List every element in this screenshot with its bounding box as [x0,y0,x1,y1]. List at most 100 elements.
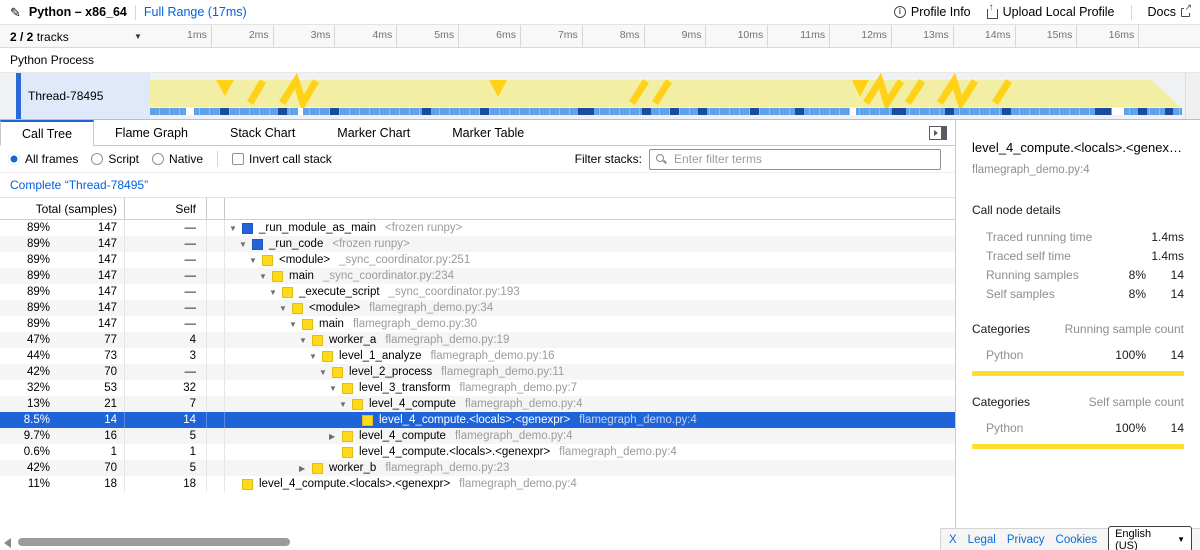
radio-icon[interactable] [8,153,20,165]
triangle-down-icon[interactable]: ▼ [269,288,282,297]
category-breakdowns: CategoriesRunning sample countPython100%… [972,322,1184,449]
triangle-right-icon[interactable]: ▶ [299,464,312,473]
triangle-down-icon[interactable]: ▼ [239,240,252,249]
call-tree-row[interactable]: 8.5%1414level_4_compute.<locals>.<genexp… [0,412,955,428]
call-tree-row[interactable]: 89%147—▼_run_module_as_main<frozen runpy… [0,220,955,236]
category-color-icon [362,415,373,426]
pencil-icon[interactable]: ✎ [10,6,21,19]
tab-stack-chart[interactable]: Stack Chart [209,120,316,145]
source-location: flamegraph_demo.py:16 [430,350,554,362]
call-tree-row[interactable]: 89%147—▼<module>flamegraph_demo.py:34 [0,300,955,316]
tab-marker-table[interactable]: Marker Table [431,120,545,145]
triangle-down-icon[interactable]: ▼ [229,224,242,233]
category-block: CategoriesSelf sample countPython100%14 [972,395,1184,449]
total-samples: 14 [55,412,125,428]
triangle-down-icon[interactable]: ▼ [279,304,292,313]
call-tree-row[interactable]: 89%147—▼mainflamegraph_demo.py:30 [0,316,955,332]
total-percent: 0.6% [0,446,55,458]
arrow-left-icon[interactable] [4,538,11,548]
triangle-down-icon[interactable]: ▼ [259,272,272,281]
total-percent: 13% [0,398,55,410]
call-tree-row[interactable]: 32%5332▼level_3_transformflamegraph_demo… [0,380,955,396]
tab-flame-graph[interactable]: Flame Graph [94,120,209,145]
call-tree-row[interactable]: 89%147—▼_execute_script_sync_coordinator… [0,284,955,300]
call-tree-settings: All frames Script Native Invert call stack… [0,146,955,173]
process-track-header[interactable]: Python Process [0,48,1200,73]
tracks-dropdown[interactable]: 2 / 2 tracks ▼ [10,25,69,48]
call-tree-row[interactable]: 42%705▶worker_bflamegraph_demo.py:23 [0,460,955,476]
call-tree-row[interactable]: 47%774▼worker_aflamegraph_demo.py:19 [0,332,955,348]
name-cell: level_4_compute.<locals>.<genexpr>flameg… [225,412,955,428]
resource-column [207,316,225,332]
call-node-details: Traced running time1.4msTraced self time… [972,227,1184,303]
column-header-total[interactable]: Total (samples) [0,198,125,219]
call-tree-row[interactable]: 13%217▼level_4_computeflamegraph_demo.py… [0,396,955,412]
detail-label: Traced running time [972,230,1104,244]
source-location: flamegraph_demo.py:7 [459,382,577,394]
invert-call-stack-checkbox[interactable] [232,153,244,165]
language-select[interactable]: English (US) ▼ [1108,526,1192,550]
source-location: flamegraph_demo.py:11 [441,366,564,378]
call-tree-row[interactable]: 44%733▼level_1_analyzeflamegraph_demo.py… [0,348,955,364]
track-scrollbar[interactable] [1185,73,1200,119]
breadcrumb[interactable]: Complete “Thread-78495” [10,178,148,192]
triangle-down-icon[interactable]: ▼ [309,352,322,361]
tab-marker-chart[interactable]: Marker Chart [316,120,431,145]
radio-option-native[interactable]: Native [152,152,203,166]
resource-column [207,348,225,364]
upload-profile-button[interactable]: Upload Local Profile [987,5,1115,19]
docs-button[interactable]: Docs [1148,5,1190,19]
resource-column [207,444,225,460]
category-color-icon [322,351,333,362]
radio-option-all-frames[interactable]: All frames [8,152,78,166]
thread-track[interactable]: Thread-78495 [0,73,1200,119]
triangle-right-icon[interactable]: ▶ [329,432,342,441]
total-samples: 147 [55,220,125,236]
triangle-down-icon[interactable]: ▼ [319,368,332,377]
self-samples: 7 [125,396,207,412]
call-tree-row[interactable]: 89%147—▼_run_code<frozen runpy> [0,236,955,252]
category-color-icon [332,367,343,378]
radio-icon[interactable] [91,153,103,165]
triangle-down-icon[interactable]: ▼ [289,320,302,329]
horizontal-scrollbar[interactable] [0,537,955,547]
detail-value: 1.4ms [1146,249,1184,263]
call-node-sidebar: level_4_compute.<locals>.<genexpr> flame… [955,120,1200,550]
call-tree-row[interactable]: 89%147—▼<module>_sync_coordinator.py:251 [0,252,955,268]
column-header-self[interactable]: Self [125,198,207,219]
total-samples: 70 [55,460,125,476]
resource-column [207,396,225,412]
self-samples: — [125,220,207,236]
profile-info-button[interactable]: i Profile Info [894,5,971,19]
call-tree-row[interactable]: 42%70—▼level_2_processflamegraph_demo.py… [0,364,955,380]
footer-link-legal[interactable]: Legal [968,534,996,546]
radio-icon[interactable] [152,153,164,165]
dismiss-link[interactable]: X [949,534,957,546]
call-tree-row[interactable]: 9.7%165▶level_4_computeflamegraph_demo.p… [0,428,955,444]
footer-link-privacy[interactable]: Privacy [1007,534,1045,546]
invert-call-stack-label: Invert call stack [249,152,332,166]
call-tree-row[interactable]: 0.6%11level_4_compute.<locals>.<genexpr>… [0,444,955,460]
thread-track-label[interactable]: Thread-78495 [21,73,150,119]
triangle-down-icon[interactable]: ▼ [329,384,342,393]
invert-call-stack-option[interactable]: Invert call stack [232,152,332,166]
scrollbar-thumb[interactable] [18,538,290,546]
thread-activity-graph[interactable] [150,73,1185,119]
radio-option-script[interactable]: Script [91,152,139,166]
footer-link-cookies[interactable]: Cookies [1056,534,1098,546]
category-percent: 100% [1104,348,1146,362]
filter-input[interactable] [649,149,941,170]
time-ticks: 1ms2ms3ms4ms5ms6ms7ms8ms9ms10ms11ms12ms1… [150,25,1200,48]
resource-column [207,300,225,316]
call-tree-row[interactable]: 11%1818level_4_compute.<locals>.<genexpr… [0,476,955,492]
radio-label: All frames [25,152,78,166]
triangle-down-icon[interactable]: ▼ [339,400,352,409]
triangle-down-icon[interactable]: ▼ [249,256,262,265]
function-name: level_4_compute [359,430,446,442]
tab-call-tree[interactable]: Call Tree [0,120,94,146]
triangle-down-icon[interactable]: ▼ [299,336,312,345]
open-sidebar-icon[interactable] [929,126,947,140]
full-range-button[interactable]: Full Range (17ms) [144,5,247,19]
call-tree-row[interactable]: 89%147—▼main_sync_coordinator.py:234 [0,268,955,284]
total-samples: 53 [55,380,125,396]
